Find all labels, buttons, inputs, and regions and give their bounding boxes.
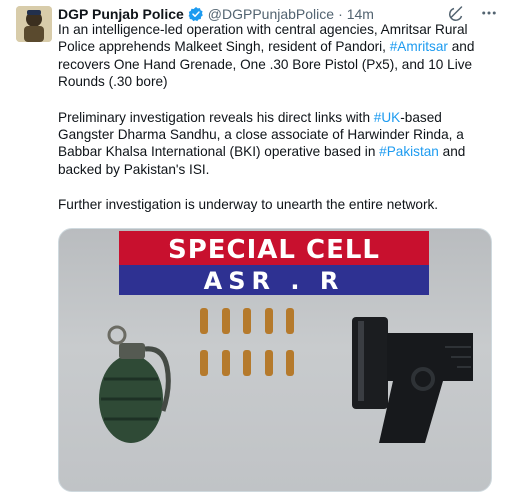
tweet-paragraph: In an intelligence-led operation with ce…: [58, 21, 494, 91]
author-handle[interactable]: @DGPPunjabPolice: [208, 6, 334, 22]
hashtag-link[interactable]: #Pakistan: [379, 144, 439, 159]
recovered-items-illustration: [99, 308, 473, 443]
live-rounds: [200, 308, 294, 376]
police-emblem-icon: [16, 6, 52, 42]
avatar[interactable]: [16, 6, 52, 42]
tweet-paragraph: Further investigation is underway to une…: [58, 196, 494, 213]
author-name[interactable]: DGP Punjab Police: [58, 6, 184, 22]
grok-icon[interactable]: [448, 4, 466, 22]
separator-dot: ·: [338, 6, 343, 22]
hashtag-link[interactable]: #UK: [374, 110, 400, 125]
tweet-text-segment: Preliminary investigation reveals his di…: [58, 109, 374, 125]
grenade-icon: [99, 325, 171, 443]
tweet-paragraph: Preliminary investigation reveals his di…: [58, 109, 494, 179]
verified-badge-icon: [188, 6, 204, 22]
magazine-icon: [352, 317, 388, 409]
timestamp[interactable]: 14m: [347, 6, 374, 22]
tweet-text-segment: Further investigation is underway to une…: [58, 197, 439, 213]
tweet-photo[interactable]: SPECIAL CELL ASR . R: [58, 228, 492, 492]
pistol-icon: [379, 333, 473, 443]
hashtag-link[interactable]: #Amritsar: [390, 39, 448, 54]
more-icon[interactable]: [480, 4, 498, 22]
